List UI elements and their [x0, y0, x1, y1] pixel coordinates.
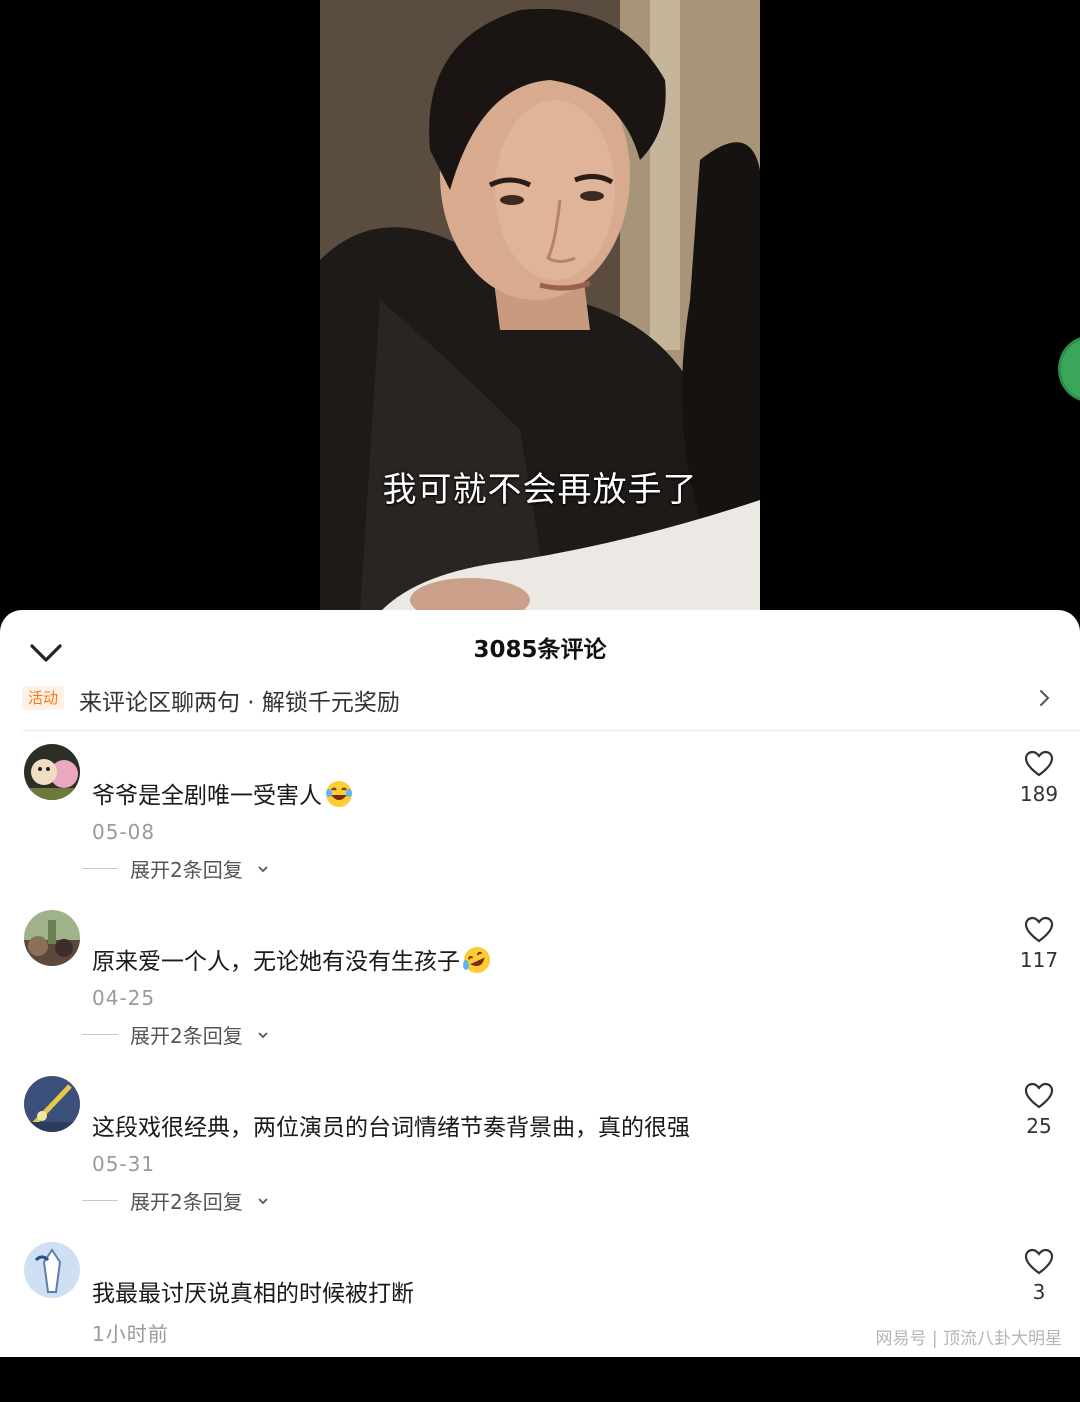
- video-subtitle: 我可就不会再放手了: [382, 470, 698, 510]
- like-button[interactable]: 25: [1010, 1076, 1068, 1138]
- comment-text: 原来爱一个人，无论她有没有生孩子: [92, 942, 492, 976]
- comment-text: 爷爷是全剧唯一受害人: [92, 776, 354, 810]
- comment-body: 爷爷是全剧唯一受害人: [92, 783, 322, 809]
- promo-tag: 活动: [22, 686, 65, 710]
- comment-text: 我最最讨厌说真相的时候被打断: [92, 1281, 414, 1307]
- comment-item: 爷爷是全剧唯一受害人 05-08 展开2条回复 189: [0, 744, 1080, 904]
- comment-item: 我最最讨厌说真相的时候被打断 1小时前 3: [0, 1242, 1080, 1402]
- watermark: 网易号 | 顶流八卦大明星: [875, 1329, 1062, 1349]
- replies-label: 展开2条回复: [130, 1024, 243, 1048]
- chevron-down-icon: [258, 1032, 268, 1039]
- share-wechat-icon[interactable]: [1058, 336, 1080, 402]
- replies-label: 展开2条回复: [130, 858, 243, 882]
- chevron-down-icon: [258, 866, 268, 873]
- comment-date: 05-08: [92, 820, 156, 844]
- like-count: 117: [1019, 948, 1059, 972]
- laughing-tears-emoji: [326, 781, 352, 807]
- rolling-laugh-emoji: [463, 947, 490, 973]
- avatar[interactable]: [24, 744, 80, 800]
- chevron-down-icon: [258, 1198, 268, 1205]
- comments-count-title: 3085条评论: [473, 637, 607, 663]
- replies-label: 展开2条回复: [130, 1190, 243, 1214]
- like-button[interactable]: 3: [1010, 1242, 1068, 1304]
- comment-date: 1小时前: [92, 1322, 169, 1346]
- replies-divider: [82, 868, 118, 869]
- video-player[interactable]: 我可就不会再放手了: [0, 0, 1080, 620]
- avatar[interactable]: [24, 910, 80, 966]
- promo-text: 来评论区聊两句 · 解锁千元奖励: [79, 690, 400, 716]
- video-frame[interactable]: 我可就不会再放手了: [320, 0, 760, 612]
- comment-text: 这段戏很经典，两位演员的台词情绪节奏背景曲，真的很强: [92, 1115, 690, 1141]
- like-button[interactable]: 117: [1010, 910, 1068, 972]
- replies-divider: [82, 1200, 118, 1201]
- promo-banner[interactable]: 活动 来评论区聊两句 · 解锁千元奖励: [22, 680, 1062, 720]
- chevron-right-icon: [1040, 690, 1050, 706]
- avatar[interactable]: [24, 1076, 80, 1132]
- like-count: 189: [1019, 782, 1059, 806]
- heart-icon: [1024, 750, 1054, 777]
- heart-icon: [1024, 1248, 1054, 1275]
- comment-item: 原来爱一个人，无论她有没有生孩子 04-25 展开2条回复 117: [0, 910, 1080, 1070]
- comment-date: 05-31: [92, 1152, 156, 1176]
- video-still-image: [320, 0, 760, 612]
- divider: [22, 730, 1080, 731]
- comment-item: 这段戏很经典，两位演员的台词情绪节奏背景曲，真的很强 05-31 展开2条回复 …: [0, 1076, 1080, 1236]
- like-count: 3: [1032, 1280, 1046, 1304]
- comment-date: 04-25: [92, 986, 156, 1010]
- replies-divider: [82, 1034, 118, 1035]
- heart-icon: [1024, 916, 1054, 943]
- comments-panel: 3085条评论 活动 来评论区聊两句 · 解锁千元奖励 爷爷是全剧唯一受害人 0…: [0, 610, 1080, 1357]
- avatar[interactable]: [24, 1242, 80, 1298]
- comment-body: 原来爱一个人，无论她有没有生孩子: [92, 949, 460, 975]
- like-count: 25: [1026, 1114, 1052, 1138]
- like-button[interactable]: 189: [1010, 744, 1068, 806]
- heart-icon: [1024, 1082, 1054, 1109]
